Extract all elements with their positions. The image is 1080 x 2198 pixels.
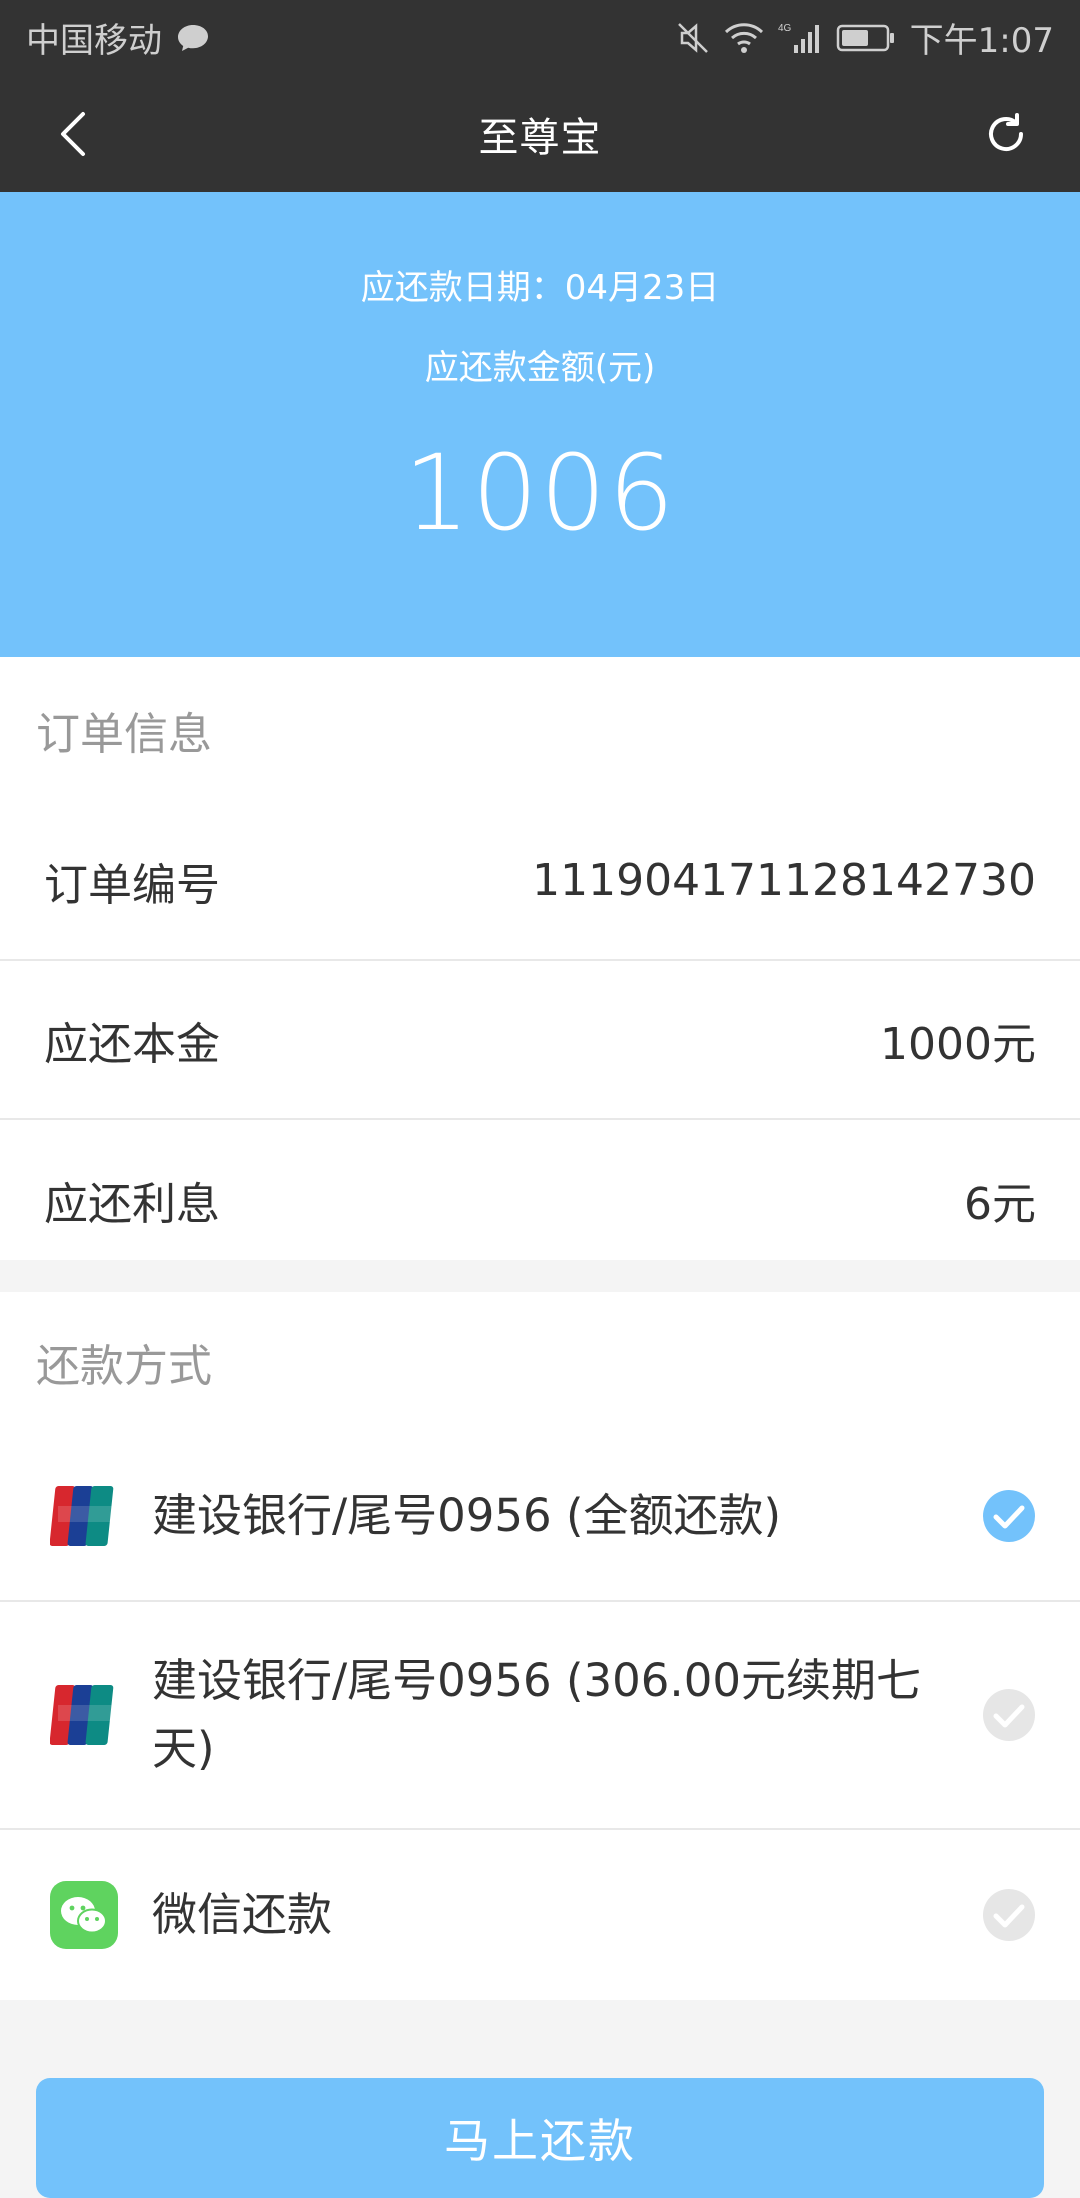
refresh-button[interactable] <box>976 104 1036 164</box>
principal-label: 应还本金 <box>44 1018 220 1070</box>
refresh-icon <box>989 112 1023 151</box>
battery-icon <box>836 23 896 53</box>
mute-icon <box>676 21 710 55</box>
interest-row: 应还利息 6元 <box>0 1120 1080 1279</box>
order-number-label: 订单编号 <box>44 859 220 911</box>
due-amount-label: 应还款金额(元) <box>424 348 656 388</box>
unionpay-icon <box>50 1486 114 1546</box>
payment-option-label: 建设银行/尾号0956 (全额还款) <box>152 1489 782 1542</box>
order-number-value: 111904171128142730 <box>532 855 1036 906</box>
page-title: 至尊宝 <box>478 114 602 161</box>
interest-value: 6元 <box>964 1178 1036 1230</box>
status-bar: 中国移动 4G 下午1:07 <box>0 0 1080 75</box>
check-unselected-icon <box>983 1689 1035 1741</box>
clock: 下午1:07 <box>909 21 1054 61</box>
order-number-row: 订单编号 111904171128142730 <box>0 802 1080 961</box>
payment-option-extension[interactable]: 建设银行/尾号0956 (306.00元续期七天) <box>0 1602 1080 1830</box>
payment-option-label: 建设银行/尾号0956 (306.00元续期七天) <box>152 1654 921 1775</box>
payment-method-section: 还款方式 建设银行/尾号0956 (全额还款) 建设银行/尾号0956 (306… <box>0 1292 1080 2000</box>
due-amount: 1006 <box>403 432 677 554</box>
payment-option-full-repayment[interactable]: 建设银行/尾号0956 (全额还款) <box>0 1432 1080 1602</box>
interest-label: 应还利息 <box>44 1178 220 1230</box>
pay-now-button[interactable]: 马上还款 <box>36 2078 1044 2198</box>
due-date: 应还款日期：04月23日 <box>360 268 720 308</box>
principal-value: 1000元 <box>880 1018 1036 1070</box>
status-right: 4G 下午1:07 <box>676 13 1054 62</box>
app-header: 至尊宝 <box>0 75 1080 192</box>
order-info-section: 订单信息 订单编号 111904171128142730 应还本金 1000元 … <box>0 657 1080 1260</box>
unionpay-icon <box>50 1685 114 1745</box>
signal-icon: 4G <box>778 21 822 55</box>
wifi-icon <box>724 22 764 54</box>
payment-option-wechat[interactable]: 微信还款 <box>0 1830 1080 2000</box>
principal-row: 应还本金 1000元 <box>0 961 1080 1120</box>
order-info-title: 订单信息 <box>36 708 212 760</box>
wechat-icon <box>50 1881 118 1949</box>
back-button[interactable] <box>48 104 98 164</box>
network-label: 4G <box>778 23 792 34</box>
chevron-left-icon <box>61 111 85 156</box>
payment-method-title: 还款方式 <box>36 1341 212 1392</box>
carrier-label: 中国移动 <box>26 21 162 61</box>
check-unselected-icon <box>983 1889 1035 1941</box>
payment-option-label: 微信还款 <box>152 1888 333 1941</box>
check-selected-icon <box>983 1490 1035 1542</box>
status-left: 中国移动 <box>26 13 210 62</box>
repayment-summary: 应还款日期：04月23日 应还款金额(元) 1006 <box>0 192 1080 657</box>
chat-bubble-icon <box>176 23 210 53</box>
